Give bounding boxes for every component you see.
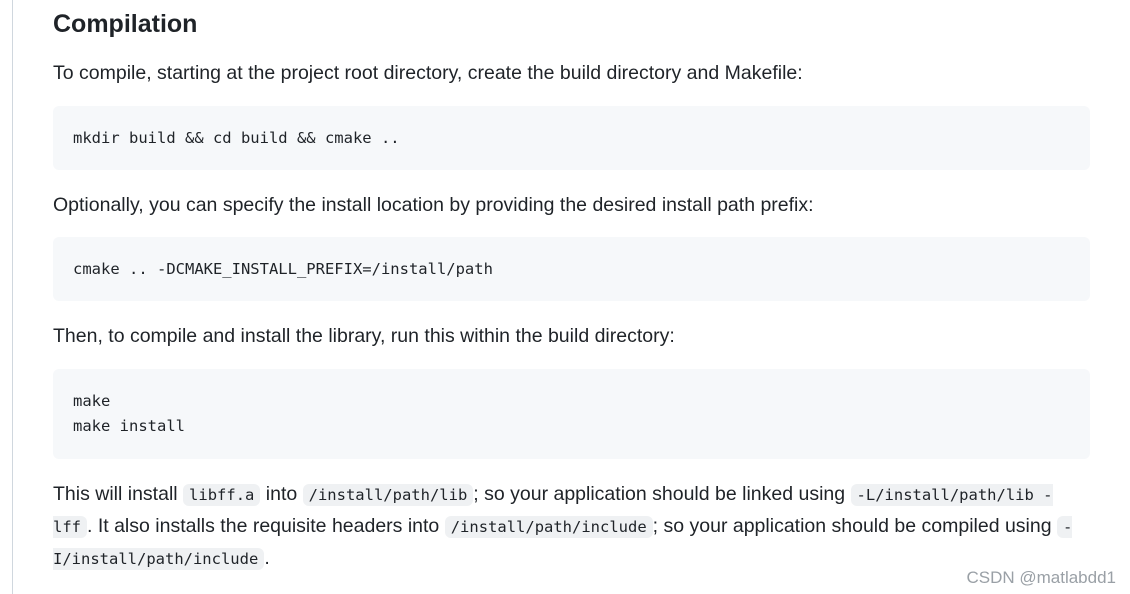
code-block-make[interactable]: make make install: [53, 369, 1090, 459]
csdn-watermark: CSDN @matlabdd1: [966, 568, 1116, 587]
install-note-text-5: ; so your application should be compiled…: [652, 515, 1058, 537]
left-border-rule: [12, 0, 13, 594]
code-block-build[interactable]: mkdir build && cd build && cmake ..: [53, 106, 1090, 170]
readme-content: Compilation To compile, starting at the …: [53, 6, 1090, 575]
inline-code-lib-path: /install/path/lib: [302, 484, 474, 506]
install-note-text-6: .: [264, 547, 270, 569]
inline-code-libff: libff.a: [183, 484, 261, 506]
install-note-text-2: into: [260, 483, 303, 505]
intro-paragraph: To compile, starting at the project root…: [53, 62, 803, 84]
install-note-text-1: This will install: [53, 483, 184, 505]
inline-code-include-path: /install/path/include: [444, 516, 653, 538]
optional-paragraph: Optionally, you can specify the install …: [53, 194, 814, 216]
install-note-paragraph: This will install libff.a into /install/…: [53, 479, 1090, 575]
install-note-text-3: ; so your application should be linked u…: [473, 483, 851, 505]
install-note-text-4: . It also installs the requisite headers…: [87, 515, 445, 537]
section-heading: Compilation: [53, 10, 198, 38]
code-block-prefix[interactable]: cmake .. -DCMAKE_INSTALL_PREFIX=/install…: [53, 237, 1090, 301]
then-paragraph: Then, to compile and install the library…: [53, 325, 675, 347]
